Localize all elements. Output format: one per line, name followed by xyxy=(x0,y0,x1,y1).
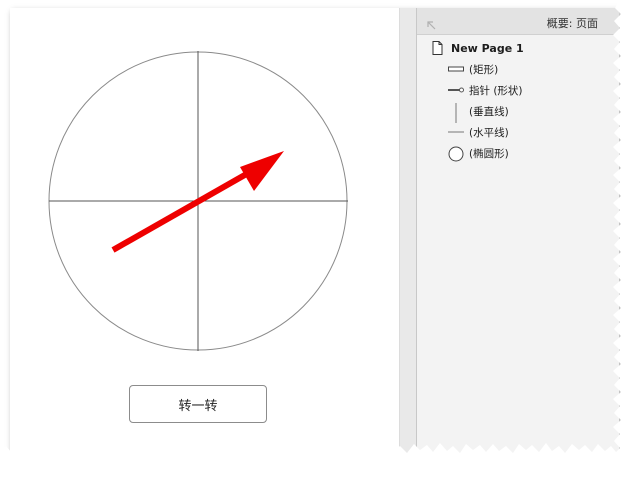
torn-paper-edge xyxy=(0,0,642,478)
screenshot-stage: 转一转 概要: 页面 New Page 1 (矩形) 指针 (形状) (垂直线)… xyxy=(0,0,642,478)
